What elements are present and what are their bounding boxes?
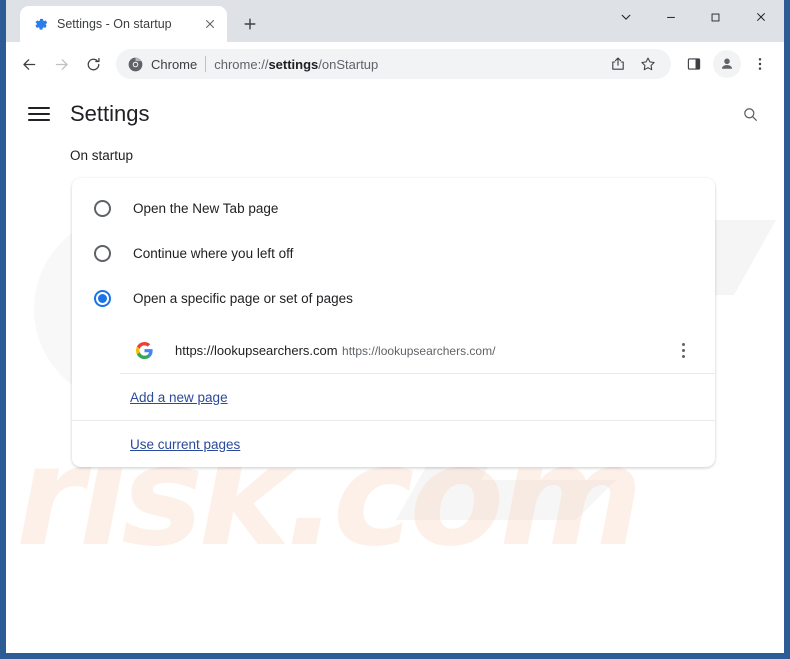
minimize-icon[interactable] — [648, 0, 693, 34]
chevron-down-icon[interactable] — [603, 0, 648, 34]
side-panel-icon[interactable] — [679, 49, 709, 79]
startup-option-new-tab[interactable]: Open the New Tab page — [72, 186, 715, 231]
startup-option-label: Continue where you left off — [133, 246, 293, 261]
radio-button[interactable] — [94, 200, 111, 217]
avatar-icon[interactable] — [713, 50, 741, 78]
startup-option-specific-pages[interactable]: Open a specific page or set of pages — [72, 276, 715, 321]
use-current-pages-row[interactable]: Use current pages — [72, 421, 715, 467]
settings-page: risk.com Settings On startup — [6, 86, 784, 653]
reload-icon[interactable] — [78, 49, 108, 79]
section-label: On startup — [70, 148, 784, 163]
three-dot-menu-icon[interactable] — [671, 335, 695, 365]
window-controls — [603, 0, 784, 34]
chrome-logo-icon — [127, 56, 143, 72]
search-icon[interactable] — [734, 98, 766, 130]
startup-page-texts: https://lookupsearchers.com https://look… — [175, 341, 671, 360]
close-icon[interactable] — [201, 15, 219, 33]
omnibox-separator — [205, 56, 206, 72]
on-startup-card: Open the New Tab page Continue where you… — [72, 178, 715, 467]
omnibox-trailing-actions — [605, 51, 661, 77]
forward-arrow-icon[interactable] — [46, 49, 76, 79]
toolbar-right-actions — [679, 49, 775, 79]
omnibox-url: chrome://settings/onStartup — [214, 57, 597, 72]
settings-content: On startup Open the New Tab page Continu… — [6, 148, 784, 467]
close-window-icon[interactable] — [738, 0, 784, 34]
add-new-page-row[interactable]: Add a new page — [72, 374, 715, 420]
omnibox-site-label: Chrome — [151, 57, 197, 72]
new-tab-button[interactable] — [236, 10, 264, 38]
use-current-pages-link[interactable]: Use current pages — [130, 437, 240, 452]
browser-window: Settings - On startup — [0, 0, 790, 659]
startup-option-label: Open a specific page or set of pages — [133, 291, 353, 306]
gear-icon — [32, 16, 48, 32]
share-icon[interactable] — [605, 51, 631, 77]
radio-button-selected[interactable] — [94, 290, 111, 307]
browser-window-inner: Settings - On startup — [6, 0, 784, 653]
page-title: Settings — [70, 101, 734, 127]
startup-page-url: https://lookupsearchers.com/ — [342, 344, 495, 358]
maximize-icon[interactable] — [693, 0, 738, 34]
startup-option-label: Open the New Tab page — [133, 201, 278, 216]
hamburger-icon[interactable] — [28, 103, 50, 125]
tab-title: Settings - On startup — [57, 17, 192, 31]
browser-toolbar: Chrome chrome://settings/onStartup — [6, 42, 784, 86]
tab-strip: Settings - On startup — [6, 0, 784, 42]
browser-tab[interactable]: Settings - On startup — [20, 6, 227, 42]
startup-page-row: https://lookupsearchers.com https://look… — [72, 327, 715, 373]
google-g-icon — [135, 341, 153, 359]
settings-header: Settings — [6, 86, 784, 142]
radio-button[interactable] — [94, 245, 111, 262]
address-bar[interactable]: Chrome chrome://settings/onStartup — [116, 49, 671, 79]
back-arrow-icon[interactable] — [14, 49, 44, 79]
startup-page-title: https://lookupsearchers.com — [175, 343, 338, 358]
add-new-page-link[interactable]: Add a new page — [130, 390, 228, 405]
star-icon[interactable] — [635, 51, 661, 77]
three-dot-menu-icon[interactable] — [745, 49, 775, 79]
startup-option-continue[interactable]: Continue where you left off — [72, 231, 715, 276]
